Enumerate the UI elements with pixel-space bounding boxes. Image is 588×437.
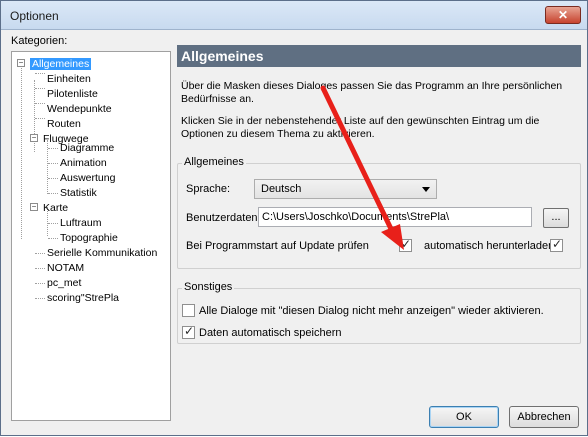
tree-line — [48, 148, 58, 149]
tree-item-auswertung[interactable]: Auswertung — [60, 171, 115, 185]
language-select[interactable]: Deutsch — [254, 179, 437, 199]
tree-item-luftraum[interactable]: Luftraum — [60, 216, 101, 230]
tree-line — [35, 103, 45, 104]
reactivate-dialogs-label: Alle Dialoge mit "diesen Dialog nicht me… — [199, 305, 544, 317]
options-dialog: Optionen ✕ Kategorien: − Allgemeines Ein… — [0, 0, 588, 436]
close-button[interactable]: ✕ — [545, 6, 581, 24]
tree-item-label: Animation — [60, 157, 107, 169]
tree-item-pc-met[interactable]: pc_met — [47, 276, 81, 290]
tree-line — [35, 253, 45, 254]
other-group: Sonstiges Alle Dialoge mit "diesen Dialo… — [177, 281, 581, 344]
collapse-icon[interactable]: − — [30, 134, 38, 142]
tree-item-label: Serielle Kommunikation — [47, 247, 158, 259]
tree-line — [48, 223, 58, 224]
update-check-label: Bei Programmstart auf Update prüfen — [186, 240, 369, 252]
panel-description-1: Über die Masken dieses Dialoges passen S… — [181, 80, 563, 105]
tree-item-label: Wendepunkte — [47, 103, 112, 115]
tree-item-pilotenliste[interactable]: Pilotenliste — [47, 87, 98, 101]
tree-item-einheiten[interactable]: Einheiten — [47, 72, 91, 86]
userdata-label: Benutzerdaten: — [186, 212, 261, 224]
panel-header: Allgemeines — [177, 45, 581, 67]
userdata-path-input[interactable]: C:\Users\Joschko\Documents\StrePla\ — [258, 207, 532, 227]
tree-item-topographie[interactable]: Topographie — [60, 231, 118, 245]
tree-line — [21, 63, 22, 239]
tree-item-label: Einheiten — [47, 73, 91, 85]
autosave-label: Daten automatisch speichern — [199, 327, 342, 339]
panel-description-2: Klicken Sie in der nebenstehender Liste … — [181, 115, 540, 140]
tree-line — [48, 238, 58, 239]
collapse-icon[interactable]: − — [30, 203, 38, 211]
tree-item-allgemeines[interactable]: Allgemeines — [30, 57, 92, 71]
tree-line — [48, 193, 58, 194]
reactivate-dialogs-checkbox[interactable] — [182, 304, 195, 317]
language-value: Deutsch — [261, 183, 302, 195]
tree-item-label: pc_met — [47, 277, 82, 289]
tree-item-karte[interactable]: Karte — [43, 201, 68, 215]
tree-item-label: Luftraum — [60, 217, 102, 229]
language-label: Sprache: — [186, 183, 231, 195]
tree-item-label: Statistik — [60, 187, 97, 199]
tree-item-scoring-strepla[interactable]: scoring"StrePla — [47, 291, 119, 305]
title-bar[interactable]: Optionen ✕ — [1, 1, 587, 30]
tree-item-label: Diagramme — [60, 142, 115, 154]
update-check-checkbox[interactable] — [399, 237, 412, 252]
other-group-title: Sonstiges — [182, 281, 235, 293]
tree-item-label: NOTAM — [47, 262, 85, 274]
tree-item-label: scoring"StrePla — [47, 292, 120, 304]
tree-line — [35, 88, 45, 89]
tree-line — [48, 163, 58, 164]
window-title: Optionen — [10, 9, 59, 23]
general-group: Allgemeines Sprache: Deutsch Benutzerdat… — [177, 156, 581, 269]
categories-label: Kategorien: — [11, 35, 68, 47]
tree-item-label: Topographie — [60, 232, 118, 244]
ok-button[interactable]: OK — [429, 406, 499, 428]
tree-item-label: Pilotenliste — [47, 88, 98, 100]
cancel-button[interactable]: Abbrechen — [509, 406, 579, 428]
general-group-title: Allgemeines — [182, 156, 246, 168]
tree-item-routen[interactable]: Routen — [47, 117, 81, 131]
tree-item-animation[interactable]: Animation — [60, 156, 107, 170]
tree-item-diagramme[interactable]: Diagramme — [60, 141, 114, 155]
settings-panel: Allgemeines Über die Masken dieses Dialo… — [177, 45, 581, 425]
browse-button[interactable]: ... — [543, 208, 569, 228]
tree-item-label: Allgemeines — [30, 58, 92, 70]
tree-line — [35, 298, 45, 299]
tree-item-notam[interactable]: NOTAM — [47, 261, 84, 275]
tree-item-label: Auswertung — [60, 172, 116, 184]
autodownload-label: automatisch herunterladen — [424, 240, 555, 252]
category-tree[interactable]: − Allgemeines Einheiten Pilotenliste Wen… — [11, 51, 171, 421]
tree-item-label: Karte — [43, 202, 69, 214]
autodownload-checkbox[interactable] — [550, 237, 563, 252]
tree-line — [35, 118, 45, 119]
tree-item-statistik[interactable]: Statistik — [60, 186, 97, 200]
tree-item-label: Routen — [47, 118, 81, 130]
tree-item-serielle-kommunikation[interactable]: Serielle Kommunikation — [47, 246, 157, 260]
tree-line — [35, 268, 45, 269]
collapse-icon[interactable]: − — [17, 59, 25, 67]
chevron-down-icon — [422, 187, 430, 192]
tree-line — [35, 283, 45, 284]
autosave-checkbox[interactable] — [182, 324, 195, 339]
tree-item-wendepunkte[interactable]: Wendepunkte — [47, 102, 112, 116]
tree-line — [35, 73, 45, 74]
tree-line — [48, 178, 58, 179]
